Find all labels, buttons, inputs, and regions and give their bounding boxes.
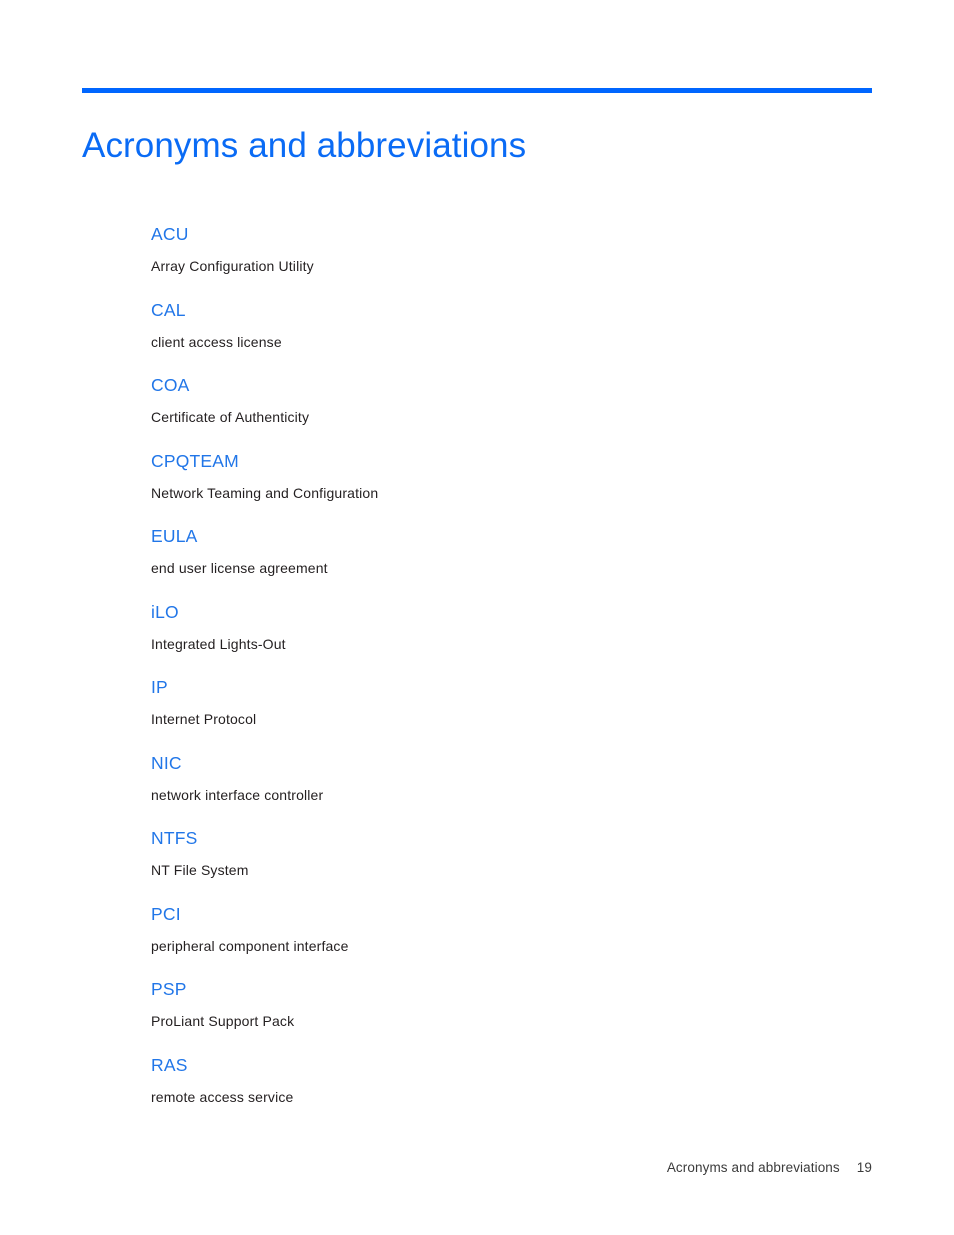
glossary-term: ACU (151, 224, 189, 244)
glossary-term: PSP (151, 979, 187, 999)
glossary-definition: remote access service (151, 1088, 294, 1105)
glossary-definition: client access license (151, 333, 282, 350)
glossary-list: ACU Array Configuration Utility CAL client … (151, 224, 851, 1130)
glossary-term: NIC (151, 752, 182, 773)
glossary-entry: NIC network interface controller (151, 753, 851, 829)
glossary-entry: PCI peripheral component interface (151, 904, 851, 980)
glossary-definition: peripheral component interface (151, 937, 349, 954)
glossary-term: EULA (151, 526, 198, 546)
glossary-entry: COA Certificate of Authenticity (151, 375, 851, 451)
page-footer: Acronyms and abbreviations 19 (82, 1159, 872, 1177)
footer-page-number: 19 (856, 1160, 872, 1175)
glossary-entry: IP Internet Protocol (151, 677, 851, 753)
glossary-term: CPQTEAM (151, 450, 239, 471)
document-page: Acronyms and abbreviations ACU Array Conf… (0, 0, 954, 1235)
glossary-entry: NTFS NT File System (151, 828, 851, 904)
glossary-definition: end user license agreement (151, 560, 328, 576)
glossary-definition: Array Configuration Utility (151, 258, 314, 274)
glossary-term: RAS (151, 1054, 188, 1075)
glossary-entry: CPQTEAM Network Teaming and Configuration (151, 451, 851, 527)
glossary-term: PCI (151, 903, 181, 924)
glossary-entry: EULA end user license agreement (151, 526, 851, 602)
glossary-entry: ACU Array Configuration Utility (151, 224, 851, 300)
glossary-definition: network interface controller (151, 786, 324, 803)
glossary-entry: RAS remote access service (151, 1055, 851, 1131)
page-title: Acronyms and abbreviations (82, 126, 527, 166)
glossary-definition: Certificate of Authenticity (151, 409, 310, 425)
glossary-definition: ProLiant Support Pack (151, 1013, 295, 1029)
glossary-term: NTFS (151, 828, 198, 848)
glossary-definition: Integrated Lights-Out (151, 635, 286, 652)
glossary-term: CAL (151, 299, 186, 320)
header-rule (82, 88, 872, 93)
footer-section-label: Acronyms and abbreviations (666, 1160, 840, 1175)
glossary-term: IP (151, 677, 168, 697)
glossary-definition: Internet Protocol (151, 711, 257, 727)
glossary-definition: NT File System (151, 862, 249, 878)
glossary-entry: PSP ProLiant Support Pack (151, 979, 851, 1055)
glossary-definition: Network Teaming and Configuration (151, 484, 379, 501)
glossary-entry: CAL client access license (151, 300, 851, 376)
glossary-term: COA (151, 375, 190, 395)
glossary-term: iLO (151, 601, 179, 622)
glossary-entry: iLO Integrated Lights-Out (151, 602, 851, 678)
